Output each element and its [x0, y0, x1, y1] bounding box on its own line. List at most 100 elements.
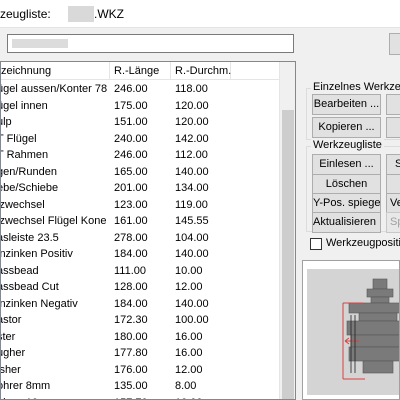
tool-disc-4: [348, 346, 399, 362]
cell-name: T Flügel: [0, 132, 37, 145]
cell-name: ügel aussen/Konter 78: [0, 83, 107, 95]
tool-shank-top: [372, 278, 388, 290]
cell-diameter: 140.00: [175, 165, 209, 178]
tool-list-side-button-ve[interactable]: Ve: [386, 193, 400, 214]
table-row[interactable]: inzinken Positiv 184.00 140.00: [1, 246, 279, 263]
tool-list-side-button-2[interactable]: [386, 174, 400, 195]
tool-list-side-button-sp[interactable]: Sp: [386, 212, 400, 233]
table-row[interactable]: assbead 111.00 10.00: [1, 263, 279, 280]
cell-length: 128.00: [114, 281, 148, 293]
cell-length: 172.30: [114, 314, 148, 326]
cell-diameter: 119.00: [175, 198, 208, 211]
cell-diameter: 145.55: [175, 215, 209, 227]
table-row[interactable]: inzinken Negativ 184.00 140.00: [1, 296, 279, 313]
cell-diameter: 100.00: [175, 314, 209, 326]
cell-diameter: 12.00: [175, 281, 203, 293]
cell-name: ohrer 10mm: [1, 395, 107, 400]
window-titlebar: zeugliste: .WKZ: [0, 0, 400, 28]
single-tool-side-button-2[interactable]: [386, 117, 400, 138]
table-row[interactable]: T Flügel 240.00 142.00: [1, 131, 279, 148]
cell-diameter: 120.00: [175, 116, 209, 128]
cell-diameter: 140.00: [175, 248, 209, 260]
table-row[interactable]: lzwechsel 123.00 119.00: [1, 197, 279, 214]
cell-diameter: 16.00: [175, 347, 203, 359]
table-row[interactable]: assbead Cut 128.00 12.00: [1, 279, 279, 296]
cell-length: 175.00: [114, 99, 148, 112]
table-vertical-scrollbar[interactable]: [279, 62, 295, 399]
table-row[interactable]: gen/Runden 165.00 140.00: [1, 164, 279, 181]
cell-name: assbead: [0, 264, 39, 277]
tool-neck: [370, 296, 390, 304]
import-button[interactable]: Einlesen ...: [312, 154, 381, 175]
cell-name: T Rahmen: [0, 149, 49, 161]
table-row[interactable]: ohrer 10mm 157.70 10.00: [1, 395, 279, 400]
cell-name: astor: [1, 314, 22, 326]
table-row[interactable]: lzwechsel Flügel Koner 161.00 145.55: [1, 213, 279, 230]
tool-position-label: Werkzeugposition: [326, 237, 400, 249]
window-title-extension: .WKZ: [94, 7, 124, 21]
cell-name: ebe/Schiebe: [0, 182, 59, 194]
table-row[interactable]: astor 172.30 100.00: [1, 312, 279, 329]
table-row[interactable]: ulp 151.00 120.00: [1, 114, 279, 131]
cell-length: 165.00: [114, 165, 148, 178]
tool-disc-1: [348, 302, 399, 314]
tool-table[interactable]: zeichnung R.-Länge R.-Durchm. ügel ausse…: [0, 61, 296, 400]
cell-length: 151.00: [114, 116, 148, 128]
single-tool-side-button-1[interactable]: [386, 94, 400, 115]
delete-button[interactable]: Löschen: [312, 174, 381, 195]
tool-base: [362, 360, 394, 374]
cell-name: ster: [1, 330, 16, 343]
cell-diameter: 104.00: [175, 231, 209, 244]
cell-name: ulp: [1, 116, 12, 128]
cell-name: ugher: [1, 347, 26, 359]
cell-name: lzwechsel Flügel Koner: [0, 215, 107, 227]
cell-length: 177.80: [114, 347, 148, 359]
cell-length: 246.00: [114, 149, 148, 161]
table-row[interactable]: ebe/Schiebe 201.00 134.00: [1, 180, 279, 197]
cell-diameter: 10.00: [175, 264, 203, 277]
cell-length: 111.00: [114, 264, 147, 277]
cell-length: 180.00: [114, 330, 148, 343]
browse-button[interactable]: [389, 33, 400, 55]
mirror-y-button[interactable]: Y-Pos. spiegeln: [312, 193, 381, 214]
table-row[interactable]: asleiste 23.5 278.00 104.00: [1, 230, 279, 247]
refresh-button[interactable]: Aktualisieren ...: [312, 212, 381, 233]
scrollbar-thumb[interactable]: [282, 110, 294, 399]
table-row[interactable]: isher 176.00 12.00: [1, 362, 279, 379]
table-row[interactable]: ügel aussen/Konter 78 246.00 118.00: [1, 81, 279, 98]
cell-diameter: 142.00: [175, 132, 209, 145]
tool-drawing: [307, 269, 399, 395]
cell-name: gen/Runden: [0, 165, 57, 178]
copy-button[interactable]: Kopieren ...: [312, 117, 381, 138]
edit-button[interactable]: Bearbeiten ...: [312, 94, 381, 115]
cell-name: ügel innen: [0, 99, 48, 112]
column-header-length[interactable]: R.-Länge: [110, 62, 171, 80]
table-row[interactable]: ster 180.00 16.00: [1, 329, 279, 346]
cell-name: inzinken Positiv: [0, 248, 73, 260]
cell-name: lzwechsel: [0, 198, 45, 211]
table-header: zeichnung R.-Länge R.-Durchm.: [1, 62, 279, 80]
tool-list-side-button-s[interactable]: S: [386, 154, 400, 175]
table-row[interactable]: ohrer 8mm 135.00 8.00: [1, 378, 279, 395]
cell-length: 184.00: [114, 248, 148, 260]
cell-length: 161.00: [114, 215, 148, 227]
cell-length: 157.70: [114, 395, 148, 400]
table-row[interactable]: ügel innen 175.00 120.00: [1, 98, 279, 115]
cell-length: 246.00: [114, 83, 148, 95]
tool-preview: [302, 260, 400, 400]
group-tool-list-label: Werkzeugliste: [311, 139, 384, 151]
table-row[interactable]: T Rahmen 246.00 112.00: [1, 147, 279, 164]
cell-diameter: 134.00: [175, 182, 209, 194]
cell-length: 176.00: [114, 363, 148, 376]
path-input[interactable]: [7, 34, 294, 53]
column-header-diameter[interactable]: R.-Durchm.: [171, 62, 231, 80]
tool-position-checkbox[interactable]: [310, 238, 322, 250]
table-body: ügel aussen/Konter 78 246.00 118.00 ügel in…: [1, 81, 279, 400]
group-single-tool-label: Einzelnes Werkzeug: [311, 81, 400, 93]
cell-name: asleiste 23.5: [0, 231, 59, 244]
table-row[interactable]: ugher 177.80 16.00: [1, 345, 279, 362]
cell-diameter: 8.00: [175, 380, 197, 392]
cell-name: inzinken Negativ: [0, 297, 78, 310]
cell-diameter: 16.00: [175, 330, 203, 343]
column-header-name[interactable]: zeichnung: [1, 62, 110, 80]
